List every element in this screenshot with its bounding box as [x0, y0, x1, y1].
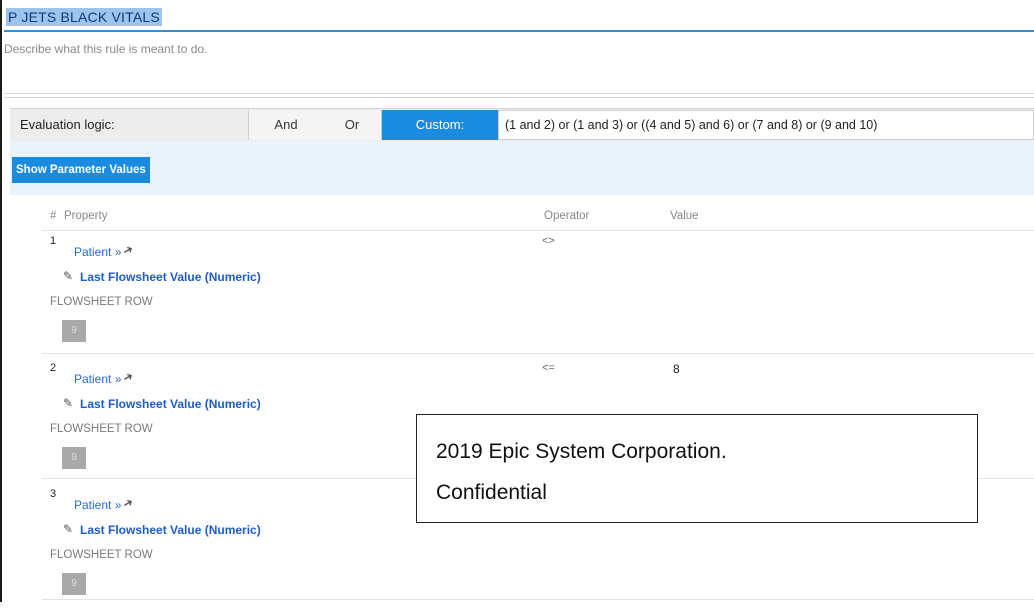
pencil-icon[interactable]: ✎ — [63, 396, 73, 410]
header-property: Property — [64, 210, 108, 222]
logic-or-button[interactable]: Or — [323, 110, 382, 140]
logic-custom-button[interactable]: Custom: — [382, 110, 499, 140]
title-underline — [4, 30, 1034, 32]
flowsheet-row-value[interactable]: 9 — [62, 447, 86, 469]
pencil-icon[interactable]: ✎ — [63, 269, 73, 283]
row-number: 1 — [50, 235, 57, 247]
evaluation-logic-row: Evaluation logic: And Or Custom: — [10, 108, 1034, 142]
flowsheet-row-label: FLOWSHEET ROW — [50, 549, 153, 561]
flowsheet-row-label: FLOWSHEET ROW — [50, 423, 153, 435]
custom-logic-input[interactable] — [498, 110, 1034, 140]
rule-editor-window: P JETS BLACK VITALS Describe what this r… — [0, 0, 1034, 602]
row-divider — [42, 599, 1034, 600]
watermark-line2: Confidential — [436, 481, 547, 504]
table-row: 1 Patient » ➜ ✎ Last Flowsheet Value (Nu… — [2, 233, 1034, 355]
link-arrow-icon[interactable]: ➜ — [120, 368, 136, 385]
header-value: Value — [670, 210, 699, 222]
description-field[interactable]: Describe what this rule is meant to do. — [4, 42, 207, 56]
criteria-table-header: # Property Operator Value — [10, 206, 1034, 230]
property-link[interactable]: Last Flowsheet Value (Numeric) — [80, 523, 261, 537]
patient-link[interactable]: Patient » — [74, 245, 121, 259]
confidential-watermark: 2019 Epic System Corporation. Confidenti… — [416, 414, 978, 523]
link-arrow-icon[interactable]: ➜ — [120, 241, 136, 258]
row-divider — [42, 230, 1034, 231]
flowsheet-row-label: FLOWSHEET ROW — [50, 296, 153, 308]
row-divider — [42, 353, 1034, 354]
parameter-toolbar: Show Parameter Values — [10, 141, 1034, 195]
rule-name-field[interactable]: P JETS BLACK VITALS — [6, 8, 162, 26]
pencil-icon[interactable]: ✎ — [63, 522, 73, 536]
flowsheet-row-value[interactable]: 9 — [62, 573, 86, 595]
watermark-line1: 2019 Epic System Corporation. — [436, 440, 727, 463]
title-row: P JETS BLACK VITALS — [4, 0, 1034, 32]
header-operator: Operator — [544, 210, 590, 222]
logic-and-button[interactable]: And — [248, 110, 324, 140]
flowsheet-row-value[interactable]: 9 — [62, 320, 86, 342]
operator-value[interactable]: <= — [542, 362, 555, 374]
divider — [4, 93, 1034, 94]
patient-link[interactable]: Patient » — [74, 372, 121, 386]
operator-value[interactable]: <> — [542, 235, 555, 247]
show-parameter-values-button[interactable]: Show Parameter Values — [12, 157, 150, 183]
row-number: 3 — [50, 488, 57, 500]
header-number: # — [50, 210, 57, 222]
evaluation-logic-label: Evaluation logic: — [20, 117, 115, 132]
link-arrow-icon[interactable]: ➜ — [120, 494, 136, 511]
property-link[interactable]: Last Flowsheet Value (Numeric) — [80, 270, 261, 284]
criteria-value[interactable]: 8 — [673, 362, 680, 376]
patient-link[interactable]: Patient » — [74, 498, 121, 512]
row-number: 2 — [50, 362, 57, 374]
property-link[interactable]: Last Flowsheet Value (Numeric) — [80, 397, 261, 411]
divider — [4, 97, 1034, 98]
